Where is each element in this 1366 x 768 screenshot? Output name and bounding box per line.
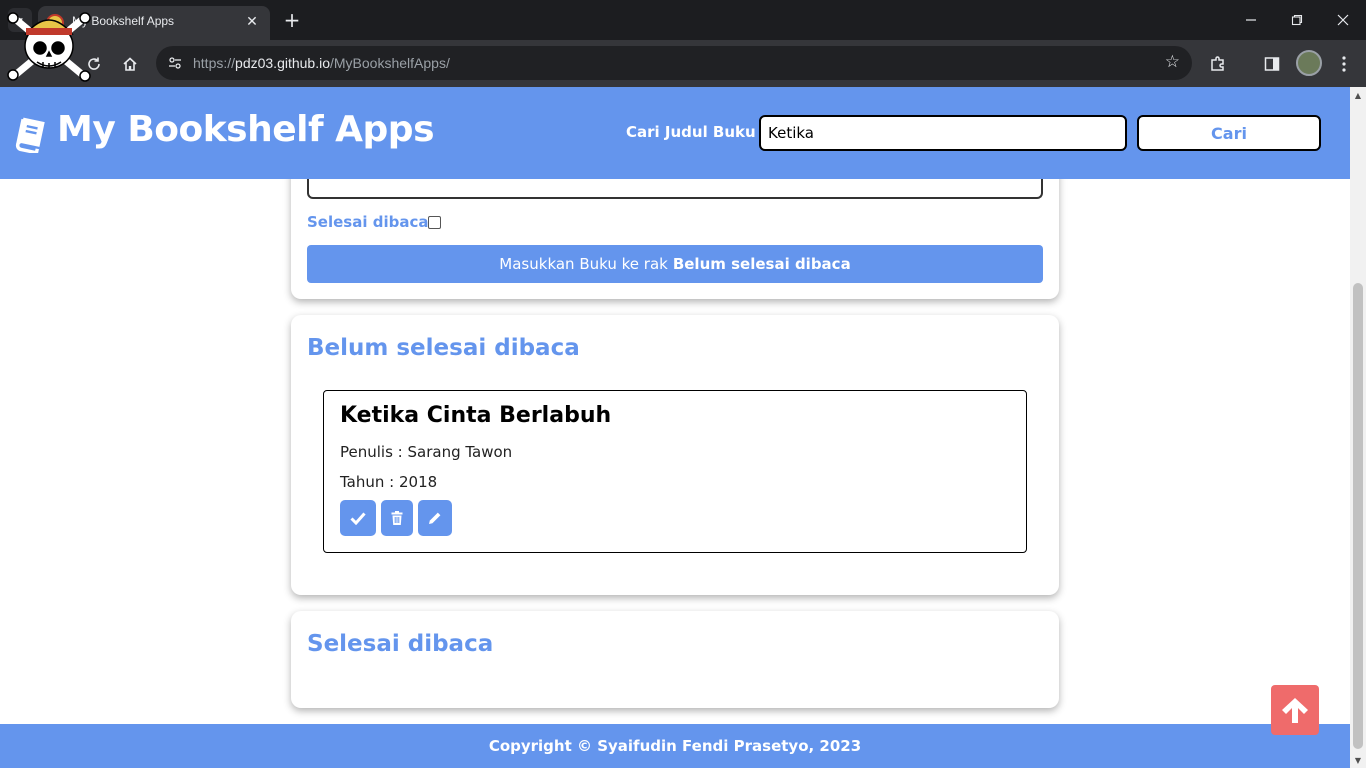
book-year: Tahun : 2018 — [340, 473, 438, 491]
url-text: https://pdz03.github.io/MyBookshelfApps/ — [193, 55, 450, 71]
tab-strip: ▾ My Bookshelf Apps ✕ + — [0, 0, 1366, 40]
delete-book-button[interactable] — [381, 500, 413, 536]
page-scrollbar[interactable]: ▲ ▼ — [1350, 87, 1366, 768]
page-viewport: My Bookshelf Apps Cari Judul Buku Cari S… — [0, 87, 1350, 768]
new-tab-button[interactable]: + — [280, 8, 304, 32]
pencil-icon — [429, 512, 441, 524]
minimize-icon[interactable] — [1228, 6, 1274, 34]
home-icon[interactable] — [116, 50, 144, 78]
app-header: My Bookshelf Apps Cari Judul Buku Cari — [0, 87, 1350, 179]
side-panel-icon[interactable] — [1260, 52, 1284, 76]
scroll-down-arrow-icon[interactable]: ▼ — [1350, 752, 1366, 768]
book-author: Penulis : Sarang Tawon — [340, 443, 513, 461]
extensions-icon[interactable] — [1206, 52, 1230, 76]
finished-shelf: Selesai dibaca — [291, 611, 1059, 708]
url-host: pdz03.github.io — [235, 55, 330, 71]
menu-icon[interactable] — [1332, 52, 1356, 76]
submit-book-button[interactable]: Masukkan Buku ke rak Belum selesai dibac… — [307, 245, 1043, 283]
browser-toolbar: https://pdz03.github.io/MyBookshelfApps/… — [0, 40, 1366, 87]
site-info-icon[interactable] — [164, 52, 186, 74]
browser-chrome: ▾ My Bookshelf Apps ✕ + https://pdz03.gi… — [0, 0, 1366, 87]
search-button[interactable]: Cari — [1137, 115, 1321, 151]
url-path: /MyBookshelfApps/ — [330, 55, 450, 71]
search-input[interactable] — [759, 115, 1127, 151]
finished-shelf-title: Selesai dibaca — [307, 631, 494, 657]
unread-shelf-title: Belum selesai dibaca — [307, 335, 580, 361]
arrow-up-icon — [1282, 698, 1308, 723]
copyright-text: Copyright © Syaifudin Fendi Prasetyo, 20… — [488, 737, 862, 755]
profile-avatar[interactable] — [1296, 50, 1322, 76]
edit-book-button[interactable] — [418, 500, 452, 536]
submit-shelf-name: Belum selesai dibaca — [672, 255, 851, 273]
url-scheme: https:// — [193, 55, 236, 71]
check-icon — [350, 512, 366, 525]
scroll-thumb[interactable] — [1353, 283, 1363, 749]
finished-checkbox-label: Selesai dibaca — [307, 213, 429, 231]
pirate-skull-logo — [7, 12, 91, 82]
bookmark-star-icon[interactable]: ☆ — [1165, 52, 1180, 72]
unread-shelf: Belum selesai dibaca Ketika Cinta Berlab… — [291, 315, 1059, 595]
page-footer: Copyright © Syaifudin Fendi Prasetyo, 20… — [0, 724, 1350, 768]
back-to-top-button[interactable] — [1271, 685, 1319, 735]
finished-checkbox[interactable] — [428, 216, 441, 229]
mark-finished-button[interactable] — [340, 500, 376, 536]
restore-icon[interactable] — [1274, 6, 1320, 34]
book-icon — [16, 117, 45, 153]
book-item: Ketika Cinta Berlabuh Penulis : Sarang T… — [323, 390, 1027, 553]
book-title: Ketika Cinta Berlabuh — [340, 403, 612, 428]
tab-close-icon[interactable]: ✕ — [242, 12, 262, 32]
submit-prefix: Masukkan Buku ke rak — [499, 255, 668, 273]
scroll-up-arrow-icon[interactable]: ▲ — [1350, 87, 1366, 103]
app-title: My Bookshelf Apps — [57, 109, 435, 150]
address-bar[interactable]: https://pdz03.github.io/MyBookshelfApps/… — [156, 46, 1192, 80]
trash-icon — [391, 511, 403, 525]
search-label: Cari Judul Buku — [626, 123, 756, 141]
close-icon[interactable] — [1320, 6, 1366, 34]
